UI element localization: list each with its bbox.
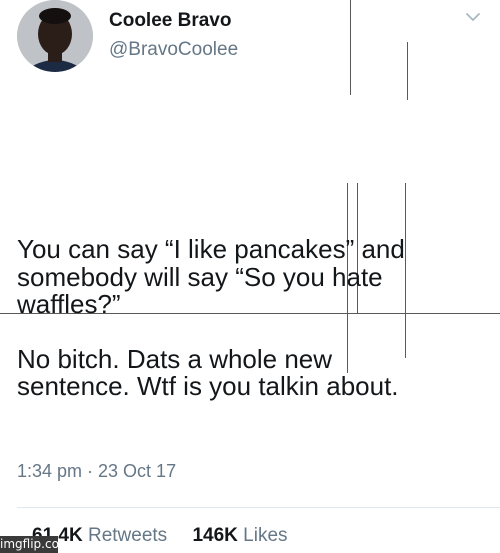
divider (17, 507, 500, 508)
chevron-down-icon[interactable] (466, 12, 480, 22)
user-handle[interactable]: @BravoCoolee (109, 39, 238, 61)
display-name[interactable]: Coolee Bravo (109, 10, 231, 32)
tweet-line: sentence. Wtf is you talkin about. (17, 371, 399, 401)
retweets-label: Retweets (87, 525, 168, 546)
watermark: imgflip.com (0, 536, 71, 553)
tweet-timestamp[interactable]: 1:34 pm · 23 Oct 17 (17, 461, 176, 482)
avatar[interactable] (17, 0, 93, 72)
tweet-line: waffles?” (17, 289, 121, 319)
tweet-line: You can say “I like pancakes” and (17, 234, 405, 264)
likes-label: Likes (243, 525, 288, 546)
tweet-line: No bitch. Dats a whole new (17, 343, 333, 374)
scan-line (407, 42, 408, 100)
scan-line (350, 0, 351, 95)
likes-stat[interactable]: 146K Likes (192, 525, 287, 546)
likes-count: 146K (192, 525, 238, 546)
profile-photo-icon (17, 0, 93, 72)
tweet-line: somebody will say “So you hate (17, 261, 383, 292)
tweet-text: You can say “I like pancakes” and somebo… (17, 234, 487, 401)
